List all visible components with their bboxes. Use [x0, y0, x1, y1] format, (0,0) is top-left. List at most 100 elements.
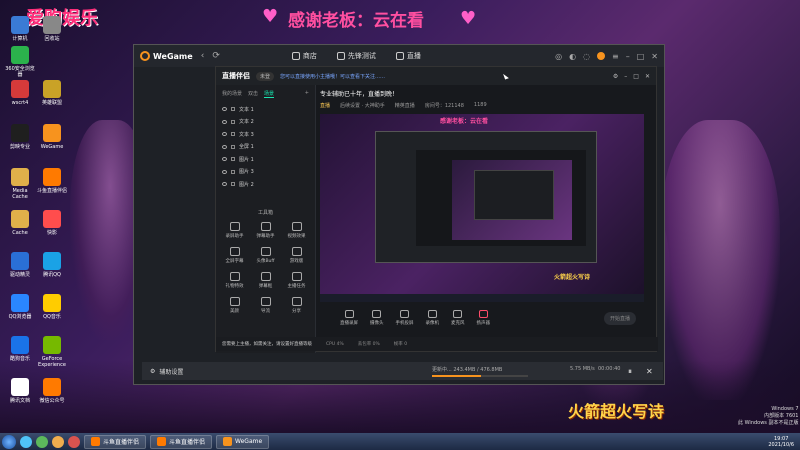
- eye-icon[interactable]: [222, 119, 227, 124]
- settings-icon[interactable]: ⚙: [150, 368, 155, 375]
- live-notice[interactable]: 您可以直接使用小主播哦！可以查看下关注……: [280, 73, 385, 80]
- room-title[interactable]: 专业辅助已十年，直播到晚！: [320, 89, 656, 98]
- lock-icon[interactable]: [231, 107, 235, 112]
- eye-icon[interactable]: [222, 182, 227, 187]
- tab-store[interactable]: 商店: [286, 51, 323, 61]
- desktop-icon[interactable]: 酷狗音乐: [4, 336, 36, 362]
- app-icon: [43, 80, 61, 98]
- tab-scene[interactable]: 场景: [264, 90, 275, 98]
- pause-icon[interactable]: ⏸: [628, 367, 632, 377]
- source-label: 图片 1: [239, 156, 254, 163]
- maximize-icon[interactable]: □: [637, 52, 645, 61]
- lock-icon[interactable]: [231, 157, 235, 162]
- user-avatar-icon[interactable]: [597, 52, 606, 60]
- desktop-icon[interactable]: 回收站: [36, 16, 68, 42]
- toolbox-item[interactable]: 视频效果: [282, 221, 311, 239]
- desktop-icon[interactable]: 微信公众号: [36, 378, 68, 404]
- lock-icon[interactable]: [231, 169, 235, 174]
- toolbox-item[interactable]: 头像Buff: [251, 246, 280, 264]
- quicklaunch-icon[interactable]: [20, 435, 32, 448]
- lock-icon[interactable]: [231, 144, 235, 149]
- toolbox-item[interactable]: 导流: [251, 296, 280, 314]
- source-item[interactable]: 全屏 1: [216, 141, 315, 154]
- toolbox-item[interactable]: 主播任务: [282, 271, 311, 289]
- live-control[interactable]: 录像机: [426, 310, 439, 326]
- taskbar-item[interactable]: 斗鱼直播伴侣: [84, 434, 147, 449]
- toolbox-item[interactable]: 美颜: [220, 296, 249, 314]
- bell-icon[interactable]: ◌: [583, 52, 590, 61]
- tab-live[interactable]: 直播: [390, 51, 427, 61]
- desktop-icon[interactable]: QQ音乐: [36, 294, 68, 320]
- desktop-icon[interactable]: wscrt4: [4, 80, 36, 106]
- eye-icon[interactable]: [222, 169, 227, 174]
- minimize-icon[interactable]: –: [626, 52, 630, 61]
- tab-double-click[interactable]: 双击: [248, 90, 258, 98]
- live-preview[interactable]: 感谢老板：云在看 火箭超火写诗: [320, 114, 644, 302]
- room-tag[interactable]: 直播: [320, 102, 330, 109]
- start-button[interactable]: [2, 434, 16, 449]
- toolbox-item[interactable]: 分享: [282, 296, 311, 314]
- desktop-icon[interactable]: 剪映专业: [4, 124, 36, 150]
- quicklaunch-icon[interactable]: [68, 435, 80, 448]
- maximize-icon[interactable]: □: [633, 73, 639, 80]
- toolbox-item[interactable]: 弹幕助手: [251, 221, 280, 239]
- desktop-icon[interactable]: 计算机: [4, 16, 36, 42]
- live-control[interactable]: 扬声器: [477, 310, 490, 326]
- refresh-icon[interactable]: ⟳: [212, 51, 220, 61]
- desktop-icon[interactable]: Cache: [4, 210, 36, 236]
- start-live-button[interactable]: 开始直播: [603, 311, 636, 325]
- quicklaunch-icon[interactable]: [52, 435, 64, 448]
- add-icon[interactable]: +: [305, 90, 309, 98]
- source-item[interactable]: 文本 3: [216, 128, 315, 141]
- source-item[interactable]: 文本 1: [216, 103, 315, 116]
- desktop-icon[interactable]: 腾讯文档: [4, 378, 36, 404]
- tab-pioneer-test[interactable]: 先锋测试: [331, 51, 382, 61]
- desktop-icon[interactable]: 英雄联盟: [36, 80, 68, 106]
- live-control[interactable]: 摄像头: [370, 310, 384, 326]
- headset-icon[interactable]: ◐: [569, 52, 576, 61]
- menu-icon[interactable]: ≡: [612, 52, 619, 61]
- lock-icon[interactable]: [231, 182, 235, 187]
- taskbar-item[interactable]: WeGame: [216, 434, 270, 449]
- desktop-icon[interactable]: GeForce Experience: [36, 336, 68, 368]
- close-icon[interactable]: ✕: [651, 52, 658, 61]
- source-item[interactable]: 图片 2: [216, 178, 315, 191]
- desktop-icon[interactable]: QQ浏览器: [4, 294, 36, 320]
- back-icon[interactable]: ‹: [201, 51, 205, 61]
- eye-icon[interactable]: [222, 107, 227, 112]
- close-icon[interactable]: ✕: [645, 73, 650, 80]
- toolbox-item[interactable]: 游戏版: [282, 246, 311, 264]
- desktop-icon[interactable]: WeGame: [36, 124, 68, 150]
- eye-icon[interactable]: [222, 144, 227, 149]
- desktop-icon[interactable]: 驱动精灵: [4, 252, 36, 278]
- lock-icon[interactable]: [231, 132, 235, 137]
- eye-icon[interactable]: [222, 132, 227, 137]
- gift-icon[interactable]: ◎: [555, 52, 562, 61]
- login-badge[interactable]: 未登: [256, 71, 275, 81]
- toolbox-item[interactable]: 全屏字幕: [220, 246, 249, 264]
- eye-icon[interactable]: [222, 157, 227, 162]
- download-settings-label[interactable]: 辅助设置: [159, 367, 183, 376]
- desktop-icon[interactable]: 腾讯QQ: [36, 252, 68, 278]
- lock-icon[interactable]: [231, 119, 235, 124]
- toolbox-item[interactable]: 礼物特效: [220, 271, 249, 289]
- quicklaunch-icon[interactable]: [36, 435, 48, 448]
- minimize-icon[interactable]: –: [624, 73, 627, 80]
- desktop-icon[interactable]: 360安全浏览器: [4, 46, 36, 78]
- desktop-icon[interactable]: 快影: [36, 210, 68, 236]
- toolbox-item[interactable]: 录屏助手: [220, 221, 249, 239]
- live-control[interactable]: 手机投屏: [396, 310, 414, 326]
- taskbar-item[interactable]: 斗鱼直播伴侣: [150, 434, 213, 449]
- close-icon[interactable]: ✕: [646, 367, 653, 376]
- tab-my-scenes[interactable]: 我的场景: [222, 90, 242, 98]
- settings-icon[interactable]: ⚙: [613, 73, 618, 80]
- source-item[interactable]: 文本 2: [216, 116, 315, 129]
- source-item[interactable]: 图片 1: [216, 153, 315, 166]
- live-control[interactable]: 麦克风: [451, 310, 465, 326]
- clock[interactable]: 19:07 2021/10/6: [768, 436, 794, 448]
- desktop-icon[interactable]: 斗鱼直播伴侣: [36, 168, 68, 194]
- toolbox-item[interactable]: 弹幕框: [251, 271, 280, 289]
- source-item[interactable]: 图片 3: [216, 166, 315, 179]
- live-control[interactable]: 直播录屏: [340, 310, 358, 326]
- desktop-icon[interactable]: Media Cache: [4, 168, 36, 200]
